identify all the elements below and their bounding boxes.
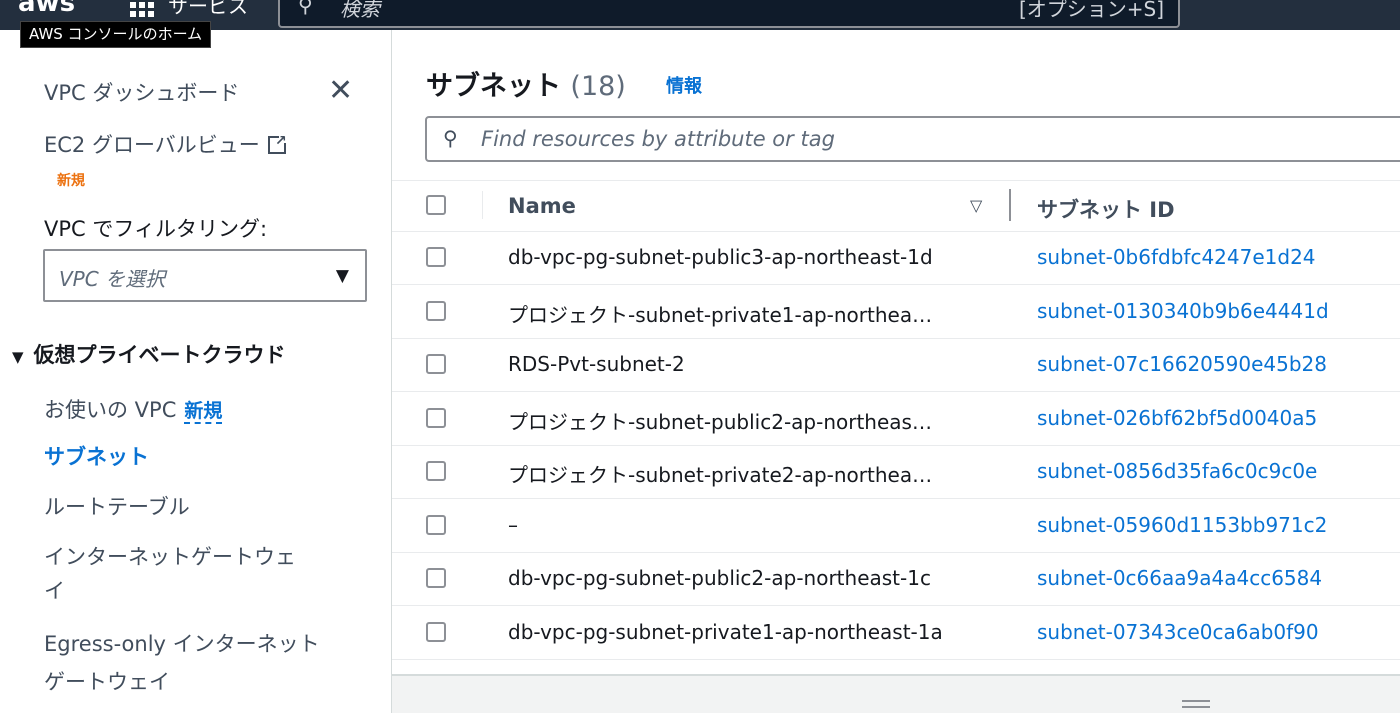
- global-search-placeholder: 検索: [340, 0, 380, 21]
- table-row[interactable]: db-vpc-pg-subnet-public3-ap-northeast-1d…: [392, 231, 1400, 285]
- row-checkbox[interactable]: [426, 514, 446, 535]
- table-row[interactable]: プロジェクト-subnet-private1-ap-northea… subnet…: [392, 285, 1400, 339]
- resource-filter-input[interactable]: ⚲ Find resources by attribute or tag: [425, 116, 1400, 162]
- caret-down-icon: ▼: [12, 348, 24, 366]
- services-menu-button[interactable]: サービス: [130, 0, 248, 19]
- external-link-icon: ↗: [267, 134, 288, 154]
- sidebar-item-label: Egress-only インターネット: [44, 632, 320, 656]
- sidebar-item-label: お使いの VPC: [44, 398, 177, 422]
- sort-icon[interactable]: ▽: [970, 196, 982, 215]
- subnet-name: プロジェクト-subnet-private2-ap-northea…: [508, 463, 933, 487]
- column-resize-handle[interactable]: [1009, 189, 1011, 221]
- new-badge[interactable]: 新規: [184, 400, 223, 424]
- sidebar-item-egress-only-igw[interactable]: Egress-only インターネット ゲートウェイ: [44, 625, 320, 701]
- row-checkbox[interactable]: [426, 407, 446, 428]
- subnet-name: プロジェクト-subnet-public2-ap-northeas…: [508, 409, 932, 434]
- subnet-id-link[interactable]: subnet-05960d1153bb971c2: [1037, 513, 1327, 537]
- page-title-text: サブネット: [426, 71, 561, 102]
- row-checkbox[interactable]: [426, 247, 446, 267]
- subnet-name: db-vpc-pg-subnet-public2-ap-northeast-1c: [508, 566, 931, 590]
- column-header-subnet-id[interactable]: サブネット ID: [1037, 194, 1175, 224]
- sidebar-item-ec2-global-view[interactable]: EC2 グローバルビュー ↗: [44, 129, 288, 159]
- search-icon: ⚲: [298, 0, 313, 17]
- services-grid-icon: [130, 0, 154, 17]
- sidebar-section-vpc[interactable]: ▼ 仮想プライベートクラウド: [12, 339, 286, 369]
- column-divider: [482, 191, 483, 219]
- sidebar-item-vpc-dashboard[interactable]: VPC ダッシュボード: [44, 77, 239, 107]
- subnet-name: db-vpc-pg-subnet-private1-ap-northeast-1…: [508, 619, 943, 644]
- subnet-name: プロジェクト-subnet-private1-ap-northea…: [508, 302, 933, 327]
- subnet-id-link[interactable]: subnet-0b6fdbfc4247e1d24: [1037, 245, 1316, 269]
- row-checkbox[interactable]: [426, 354, 446, 374]
- main-content: サブネット (18) 情報 ⚲ Find resources by attrib…: [392, 30, 1400, 713]
- row-checkbox[interactable]: [426, 461, 446, 481]
- vpc-filter-label: VPC でフィルタリング:: [44, 217, 268, 241]
- sidebar-item-subnets[interactable]: サブネット: [44, 441, 149, 471]
- table-row[interactable]: プロジェクト-subnet-private2-ap-northea… subnet…: [392, 445, 1400, 499]
- sidebar-item-label-cont: イ: [44, 579, 65, 603]
- vpc-filter-placeholder: VPC を選択: [59, 267, 166, 291]
- sidebar-item-your-vpcs[interactable]: お使いの VPC 新規: [44, 394, 223, 424]
- new-badge: 新規: [57, 173, 85, 189]
- sidebar-item-internet-gateways[interactable]: インターネットゲートウェ イ: [44, 540, 296, 608]
- console-home-tooltip: AWS コンソールのホーム: [20, 21, 212, 48]
- info-link[interactable]: 情報: [666, 72, 702, 98]
- column-header-name[interactable]: Name: [508, 194, 576, 218]
- table-row[interactable]: db-vpc-pg-subnet-public2-ap-northeast-1c…: [392, 552, 1400, 606]
- sidebar-item-label: インターネットゲートウェ: [44, 545, 296, 569]
- resource-count: (18): [570, 71, 626, 102]
- subnet-id-link[interactable]: subnet-0130340b9b6e4441d: [1037, 299, 1329, 323]
- select-all-checkbox[interactable]: [426, 195, 446, 215]
- row-checkbox[interactable]: [426, 621, 446, 642]
- row-checkbox[interactable]: [426, 300, 446, 321]
- sidebar: VPC ダッシュボード ✕ EC2 グローバルビュー ↗ 新規 VPC でフィルタ…: [0, 30, 392, 713]
- search-shortcut-hint: [オプション+S]: [1018, 0, 1164, 21]
- subnet-name: RDS-Pvt-subnet-2: [508, 352, 685, 376]
- subnet-id-link[interactable]: subnet-0856d35fa6c0c9c0e: [1037, 459, 1317, 483]
- subnet-name: db-vpc-pg-subnet-public3-ap-northeast-1d: [508, 245, 933, 269]
- subnet-id-link[interactable]: subnet-07c16620590e45b28: [1037, 352, 1327, 376]
- global-search-input[interactable]: ⚲ 検索 [オプション+S]: [278, 0, 1180, 28]
- table-row[interactable]: – subnet-05960d1153bb971c2: [392, 499, 1400, 553]
- page-title: サブネット (18): [426, 64, 626, 103]
- split-panel-divider[interactable]: [392, 674, 1400, 713]
- resource-filter-placeholder: Find resources by attribute or tag: [481, 127, 835, 151]
- vpc-filter-select[interactable]: VPC を選択 ▼: [43, 249, 367, 302]
- table-row[interactable]: プロジェクト-subnet-public2-ap-northeas… subnet…: [392, 392, 1400, 446]
- sidebar-item-label-cont: ゲートウェイ: [44, 670, 170, 694]
- row-checkbox[interactable]: [426, 568, 446, 588]
- table-row[interactable]: RDS-Pvt-subnet-2 subnet-07c16620590e45b28: [392, 338, 1400, 392]
- sidebar-item-label: EC2 グローバルビュー: [44, 133, 260, 157]
- subnet-id-link[interactable]: subnet-0c66aa9a4a4cc6584: [1037, 566, 1322, 590]
- subnet-id-link[interactable]: subnet-07343ce0ca6ab0f90: [1037, 620, 1319, 644]
- section-title: 仮想プライベートクラウド: [33, 343, 286, 367]
- table-header: Name ▽ サブネット ID: [392, 180, 1400, 232]
- sidebar-item-route-tables[interactable]: ルートテーブル: [44, 491, 190, 521]
- subnet-name: –: [508, 512, 518, 537]
- services-label: サービス: [168, 0, 248, 18]
- caret-down-icon: ▼: [335, 266, 349, 286]
- search-icon: ⚲: [443, 126, 458, 150]
- subnet-id-link[interactable]: subnet-026bf62bf5d0040a5: [1037, 406, 1317, 430]
- table-row[interactable]: db-vpc-pg-subnet-private1-ap-northeast-1…: [392, 606, 1400, 660]
- close-icon[interactable]: ✕: [328, 76, 353, 106]
- resize-handle-icon[interactable]: [1182, 700, 1210, 712]
- aws-logo[interactable]: aws: [18, 0, 75, 18]
